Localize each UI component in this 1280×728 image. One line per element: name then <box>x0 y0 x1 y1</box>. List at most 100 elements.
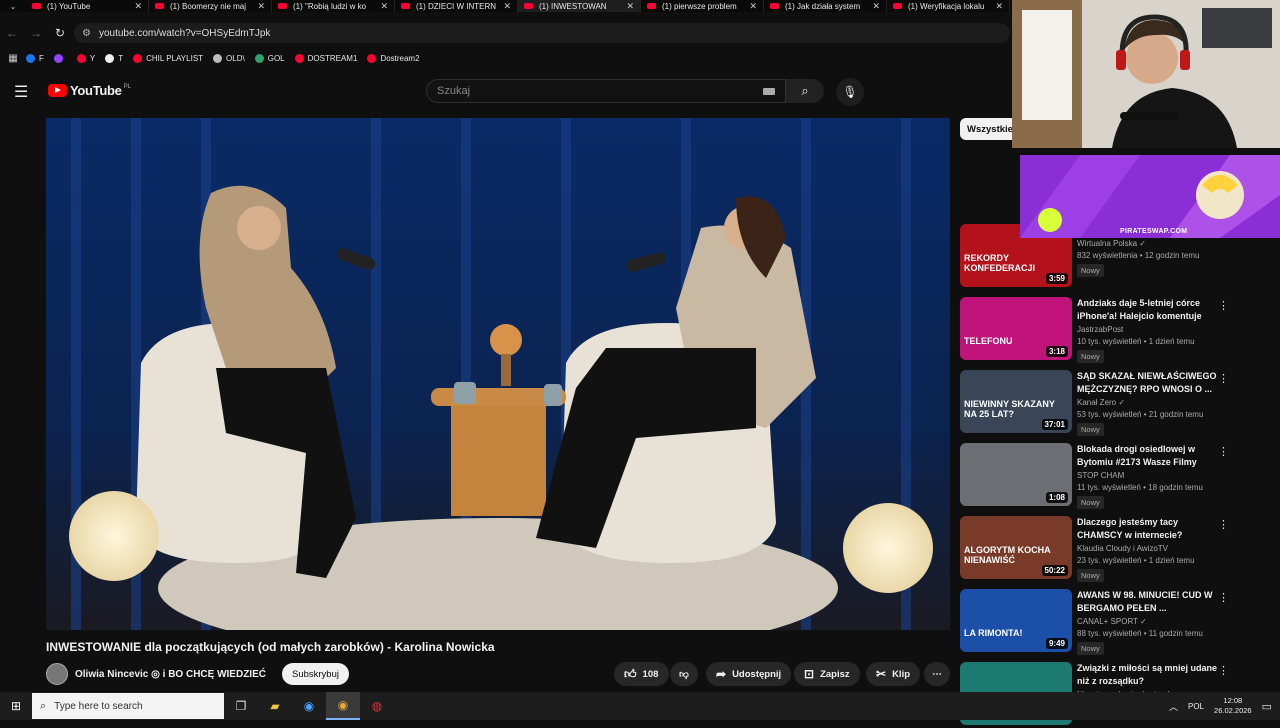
save-button[interactable]: ⊡ Zapisz <box>794 662 860 686</box>
more-options-icon[interactable]: ⋮ <box>1218 372 1229 385</box>
language-indicator[interactable]: POL <box>1188 702 1204 711</box>
youtube-favicon-icon <box>770 3 779 9</box>
tray-chevron-icon[interactable]: ︿ <box>1169 700 1178 713</box>
close-tab-icon[interactable]: ✕ <box>626 1 634 12</box>
bookmark-item[interactable]: Dostream2 <box>367 53 420 63</box>
bookmark-item[interactable]: F <box>26 53 44 63</box>
browser-tab[interactable]: (1) YouTube ✕ <box>26 0 149 12</box>
recommended-title[interactable]: Związki z miłości są mniej udane niż z r… <box>1077 662 1222 688</box>
more-actions-button[interactable]: ⋯ <box>924 662 950 686</box>
close-tab-icon[interactable]: ✕ <box>872 1 880 12</box>
video-thumbnail[interactable]: 1:08 <box>960 443 1072 506</box>
recommended-channel[interactable]: Klaudia Cloudy i AwizoTV <box>1077 544 1222 553</box>
recommended-stats: 832 wyświetlenia • 12 godzin temu <box>1077 251 1200 260</box>
browser-tab[interactable]: (1) pierwsze problem ✕ <box>641 0 764 12</box>
bookmark-item[interactable]: Y <box>76 53 95 63</box>
subscribe-button[interactable]: Subskrybuj <box>281 663 349 685</box>
channel-avatar[interactable] <box>46 663 68 685</box>
file-explorer-icon[interactable]: ▰ <box>258 692 292 720</box>
video-thumbnail[interactable]: TELEFONU 3:18 <box>960 297 1072 360</box>
recommended-title[interactable]: AWANS W 98. MINUCIE! CUD W BERGAMO PEŁEN… <box>1077 589 1222 615</box>
url-field[interactable]: ⚙ youtube.com/watch?v=OHSyEdmTJpk <box>74 23 1010 43</box>
apps-grid-icon[interactable]: ▦ <box>0 53 26 64</box>
app-icon[interactable]: ◍ <box>360 692 394 720</box>
video-thumbnail[interactable]: ALGORYTM KOCHA NIENAWIŚĆ 50:22 <box>960 516 1072 579</box>
tab-search-chevron-icon[interactable]: ⌄ <box>0 0 26 12</box>
bookmark-item[interactable]: T <box>105 53 123 63</box>
recommended-video[interactable]: ALGORYTM KOCHA NIENAWIŚĆ 50:22 Dlaczego je… <box>960 516 1260 582</box>
channel-name[interactable]: Oliwia Nincevic ◎ i BO CHCĘ WIEDZIEĆ <box>75 669 266 680</box>
close-tab-icon[interactable]: ✕ <box>380 1 388 12</box>
duration-badge: 9:49 <box>1045 638 1068 649</box>
browser-tab[interactable]: (1) INWESTOWAN ✕ <box>518 0 641 12</box>
video-thumbnail[interactable]: NIEWINNY SKAZANY NA 25 LAT? 37:01 <box>960 370 1072 433</box>
recommended-channel[interactable]: CANAL+ SPORT ✓ <box>1077 617 1222 626</box>
browser-tab[interactable]: (1) "Robią ludzi w ko ✕ <box>272 0 395 12</box>
recommended-title[interactable]: Andziaks daje 5-letniej córce iPhone'a! … <box>1077 297 1222 323</box>
microphone-icon[interactable]: 🎙︎ <box>836 78 864 106</box>
recommended-channel[interactable]: Kanał Zero ✓ <box>1077 398 1222 407</box>
chrome-icon[interactable]: ◉ <box>326 692 360 720</box>
new-badge: Nowy <box>1077 642 1104 655</box>
browser-tab[interactable]: (1) Boomerzy nie maj ✕ <box>149 0 272 12</box>
recommended-video[interactable]: TELEFONU 3:18 Andziaks daje 5-letniej córc… <box>960 297 1260 363</box>
dislike-button[interactable]: 👎︎ <box>670 662 698 686</box>
youtube-logo[interactable]: YouTube PL <box>48 83 131 98</box>
more-options-icon[interactable]: ⋮ <box>1218 591 1229 604</box>
recommended-channel[interactable]: STOP CHAM <box>1077 471 1222 480</box>
recommended-video[interactable]: NIEWINNY SKAZANY NA 25 LAT? 37:01 SĄD SKAZ… <box>960 370 1260 436</box>
close-tab-icon[interactable]: ✕ <box>257 1 265 12</box>
filter-chip-all[interactable]: Wszystkie <box>960 118 1020 140</box>
site-info-icon[interactable]: ⚙ <box>82 28 91 39</box>
recommended-channel[interactable]: Wirtualna Polska ✓ <box>1077 239 1222 248</box>
bookmark-item[interactable]: OLD\ <box>213 53 245 63</box>
bookmark-label: F <box>39 53 44 63</box>
browser-tab[interactable]: (1) Weryfikacja lokalu ✕ <box>887 0 1010 12</box>
task-view-icon[interactable]: ❐ <box>224 692 258 720</box>
more-options-icon[interactable]: ⋮ <box>1218 518 1229 531</box>
search-icon[interactable]: ⌕ <box>786 79 824 103</box>
video-player[interactable] <box>46 118 950 630</box>
bookmark-item[interactable]: CHIL PLAYLIST <box>133 53 203 63</box>
reload-icon[interactable]: ↻ <box>48 22 72 44</box>
youtube-play-icon <box>48 84 67 97</box>
close-tab-icon[interactable]: ✕ <box>749 1 757 12</box>
youtube-favicon-icon <box>401 3 410 9</box>
video-thumbnail[interactable]: LA RIMONTA! 9:49 <box>960 589 1072 652</box>
recommended-title[interactable]: Dlaczego jesteśmy tacy CHAMSCY w interne… <box>1077 516 1222 542</box>
share-button[interactable]: ➦ Udostępnij <box>706 662 792 686</box>
notifications-icon[interactable]: ▭ <box>1262 700 1272 713</box>
search-input[interactable]: Szukaj <box>426 79 786 103</box>
recommended-title[interactable]: Blokada drogi osiedlowej w Bytomiu #2173… <box>1077 443 1222 469</box>
keyboard-icon[interactable] <box>763 88 775 95</box>
like-button[interactable]: 👍︎ 108 <box>614 662 669 686</box>
close-tab-icon[interactable]: ✕ <box>134 1 142 12</box>
thumbnail-text: NIEWINNY SKAZANY NA 25 LAT? <box>964 399 1055 419</box>
chrome-profile-icon[interactable]: ◉ <box>292 692 326 720</box>
back-icon[interactable]: ← <box>0 22 24 44</box>
close-tab-icon[interactable]: ✕ <box>503 1 511 12</box>
menu-hamburger-icon[interactable]: ☰ <box>14 82 28 102</box>
save-label: Zapisz <box>820 668 850 680</box>
recommended-stats: 11 tys. wyświetleń • 18 godzin temu <box>1077 483 1203 492</box>
close-tab-icon[interactable]: ✕ <box>995 1 1003 12</box>
recommended-video[interactable]: LA RIMONTA! 9:49 AWANS W 98. MINUCIE! CUD … <box>960 589 1260 655</box>
bookmark-item[interactable] <box>53 53 67 63</box>
webcam-overlay <box>1012 0 1280 148</box>
taskbar-search-input[interactable]: ⌕ Type here to search <box>32 693 224 719</box>
windows-start-icon[interactable]: ⊞ <box>0 699 32 713</box>
more-options-icon[interactable]: ⋮ <box>1218 445 1229 458</box>
search-placeholder: Szukaj <box>437 85 471 97</box>
clock[interactable]: 12:08 26.02.2026 <box>1214 696 1252 716</box>
more-options-icon[interactable]: ⋮ <box>1218 299 1229 312</box>
recommended-video[interactable]: 1:08 Blokada drogi osiedlowej w Bytomiu #… <box>960 443 1260 509</box>
recommended-channel[interactable]: JastrzabPost <box>1077 325 1222 334</box>
recommended-title[interactable]: SĄD SKAZAŁ NIEWŁAŚCIWEGO MĘŻCZYZNĘ? RPO … <box>1077 370 1222 396</box>
browser-tab[interactable]: (1) DZIECI W INTERN ✕ <box>395 0 518 12</box>
bookmark-item[interactable]: GOL <box>254 53 285 63</box>
bookmark-item[interactable]: DOSTREAM1 <box>294 53 357 63</box>
more-options-icon[interactable]: ⋮ <box>1218 664 1229 677</box>
browser-tab[interactable]: (1) Jak działa system ✕ <box>764 0 887 12</box>
forward-icon[interactable]: → <box>24 22 48 44</box>
clip-button[interactable]: ✂ Klip <box>866 662 921 686</box>
